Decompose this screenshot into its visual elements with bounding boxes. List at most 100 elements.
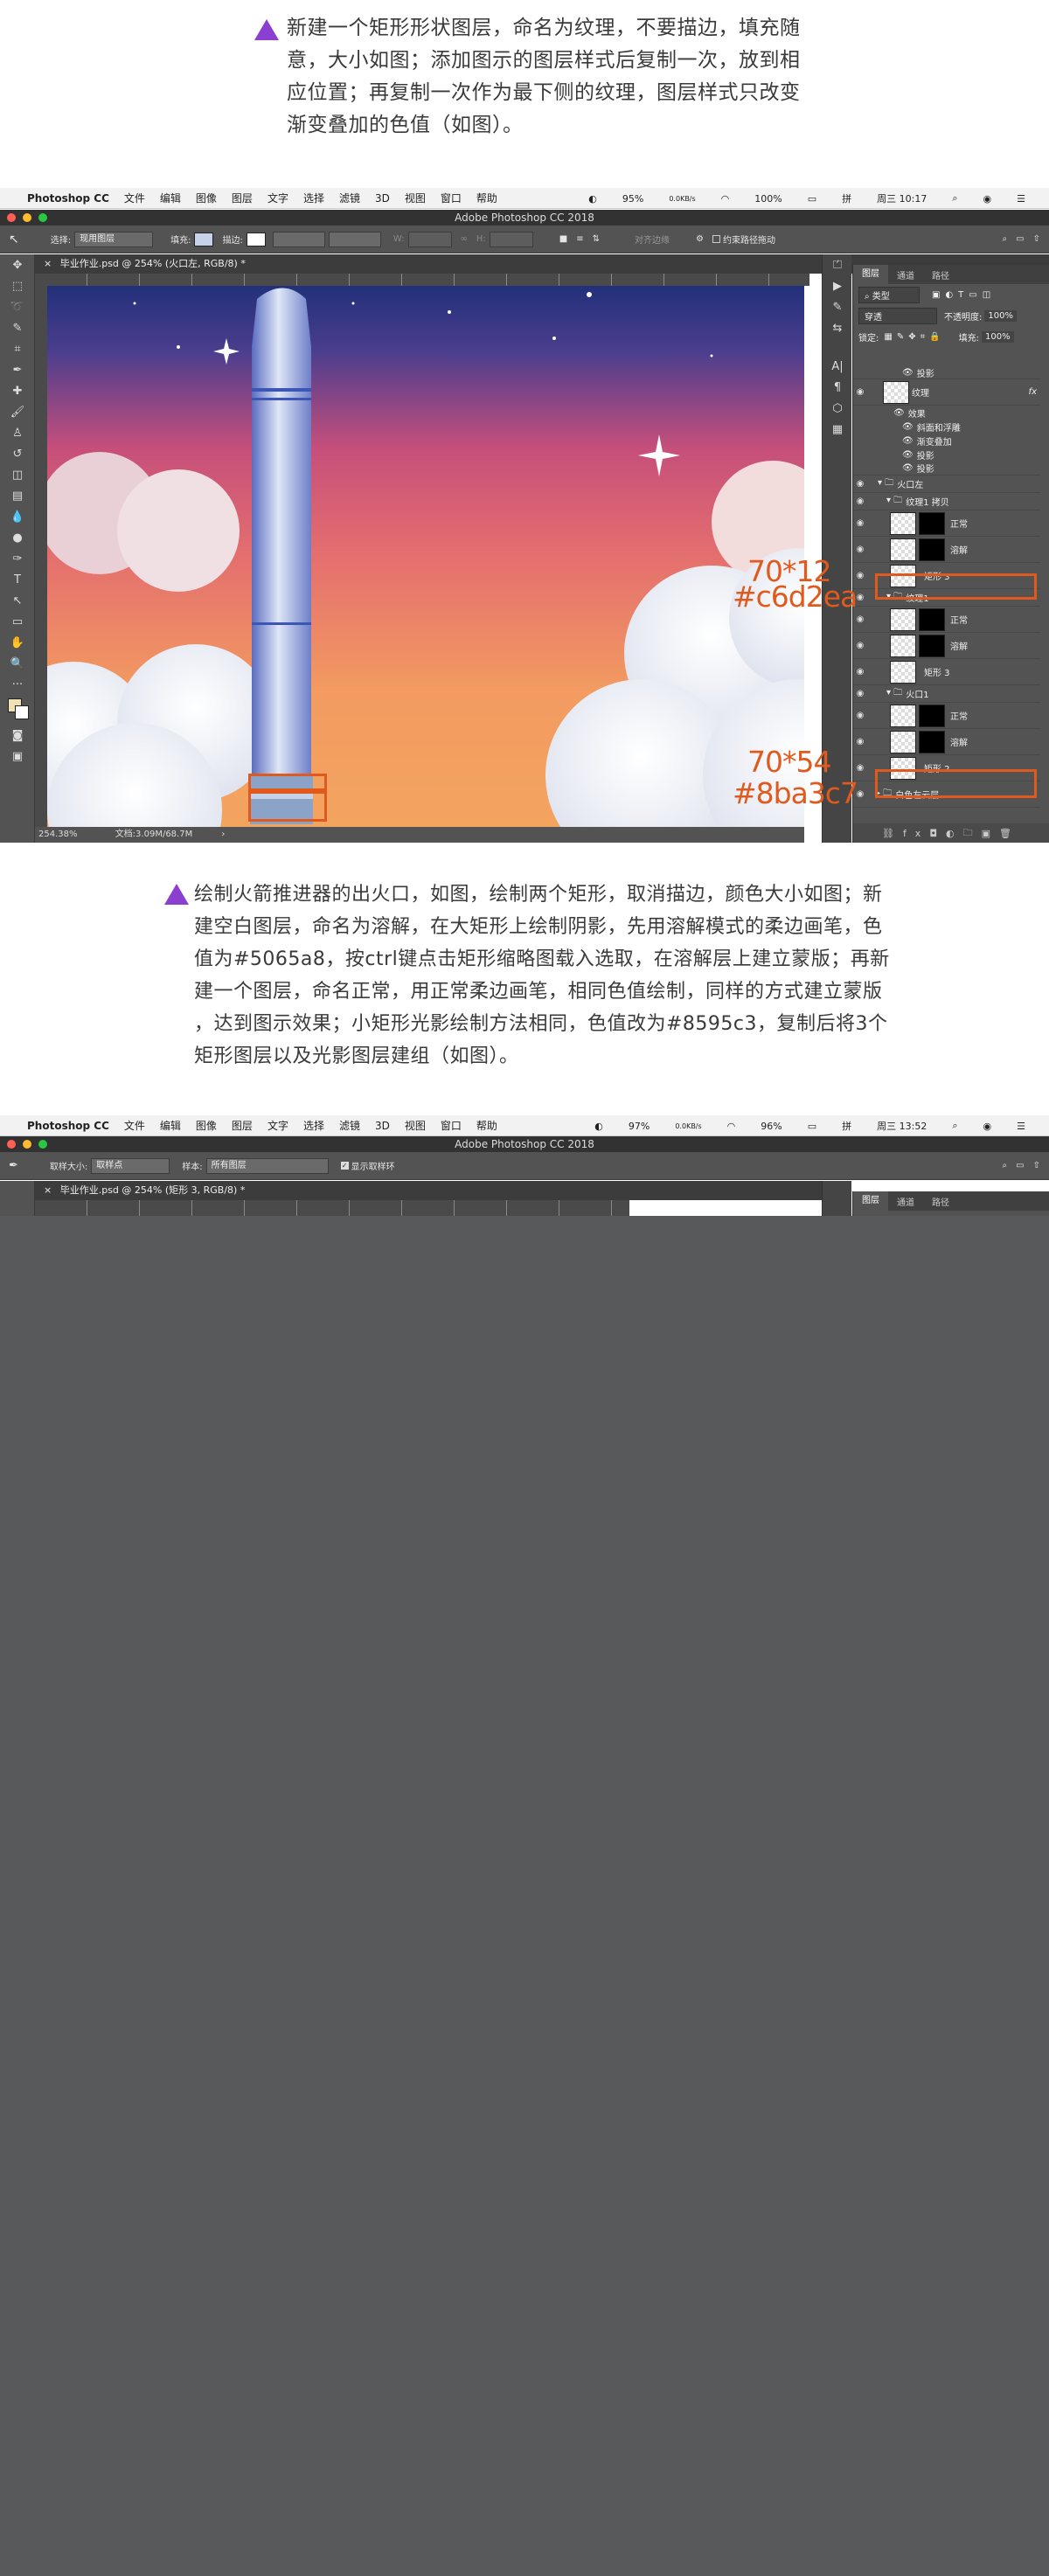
layer-row[interactable]: 👁 效果 [853, 406, 1040, 420]
visibility-icon[interactable]: ◉ [853, 496, 867, 506]
status-ring-icon[interactable]: ◐ [588, 193, 597, 205]
w-field[interactable] [407, 231, 452, 247]
menu-item[interactable]: 图层 [232, 191, 253, 205]
layer-row[interactable]: ◉ 溶解 [853, 729, 1040, 755]
search-icon[interactable]: ⌕ [1003, 234, 1008, 244]
rectangle-tool-icon[interactable]: ▭ [0, 611, 35, 632]
layer-row[interactable]: ◉ ▾ 🗀 火口左 [853, 476, 1040, 493]
sample-dropdown[interactable]: 所有图层 [205, 1157, 329, 1174]
blur-icon[interactable]: 💧 [0, 506, 35, 527]
menu-item[interactable]: 滤镜 [339, 191, 360, 205]
eraser-icon[interactable]: ◫ [0, 464, 35, 485]
new-group-icon[interactable]: 🗀 [963, 825, 982, 842]
hand-tool-icon[interactable]: ✋ [0, 632, 35, 653]
visibility-icon[interactable]: ◉ [853, 737, 867, 746]
visibility-icon[interactable]: ◉ [853, 667, 867, 677]
history-brush-icon[interactable]: ↺ [0, 443, 35, 464]
layer-row[interactable]: ◉ 矩形 3 [853, 659, 1040, 685]
opacity-field[interactable]: 100% [984, 309, 1017, 322]
layer-row[interactable]: ◉ 正常 [853, 607, 1040, 633]
menu-item[interactable]: 帮助 [476, 1118, 497, 1133]
layer-row[interactable]: ◉ ▾ 🗀 火口1 [853, 685, 1040, 703]
battery-icon[interactable]: ▭ [808, 1121, 816, 1132]
layer-row[interactable]: ◉ 溶解 [853, 537, 1040, 563]
tab-channels[interactable]: 通道 [888, 1195, 923, 1208]
zoom-window-icon[interactable] [38, 213, 47, 222]
menu-app-name[interactable]: Photoshop CC [27, 1120, 109, 1132]
tab-layers[interactable]: 图层 [853, 265, 888, 284]
gear-icon[interactable]: ⚙ [696, 234, 704, 244]
tab-paths[interactable]: 路径 [923, 1195, 958, 1208]
constrain-checkbox[interactable]: 约束路径拖动 [712, 233, 775, 246]
quick-select-icon[interactable]: ✎ [0, 317, 35, 338]
layer-row[interactable]: ◉ 溶解 [853, 633, 1040, 659]
move-tool-icon[interactable]: ✥ [0, 254, 35, 275]
layer-row[interactable]: 👁 投影 [853, 448, 1040, 462]
layer-row[interactable]: ◉ 正常 [853, 703, 1040, 729]
menu-item[interactable]: 窗口 [441, 191, 462, 205]
stroke-type-field[interactable] [328, 231, 381, 247]
path-select-icon[interactable]: ↖ [9, 233, 19, 246]
input-source-icon[interactable]: 拼 [842, 1119, 851, 1133]
menu-item[interactable]: 3D [375, 1120, 390, 1132]
more-tools-icon[interactable]: ··· [0, 674, 35, 695]
status-arrow-icon[interactable]: › [221, 830, 225, 839]
visibility-icon[interactable]: ◉ [853, 689, 867, 698]
path-arrange-icon[interactable]: ⇅ [593, 234, 600, 244]
stroke-swatch[interactable] [246, 232, 266, 246]
lasso-tool-icon[interactable]: ➰ [0, 296, 35, 317]
visibility-icon[interactable]: ◉ [853, 518, 867, 528]
eyedropper-icon[interactable]: ✒ [0, 359, 35, 380]
trash-icon[interactable]: 🗑 [999, 828, 1020, 839]
canvas-area[interactable] [47, 286, 804, 827]
spotlight-icon[interactable]: ⌕ [952, 192, 957, 205]
actions-panel-icon[interactable]: ▶ [823, 275, 852, 296]
list-icon[interactable]: ☰ [1017, 193, 1025, 205]
siri-icon[interactable]: ◉ [983, 193, 992, 205]
pen-tool-icon[interactable]: ✑ [0, 548, 35, 569]
visibility-icon[interactable]: ◉ [853, 763, 867, 773]
h-field[interactable] [489, 231, 533, 247]
adjustment-icon[interactable]: ◐ [946, 828, 963, 839]
brush-panel-icon[interactable]: ✎ [823, 296, 852, 317]
stroke-width-field[interactable] [272, 231, 325, 247]
dodge-icon[interactable]: ● [0, 527, 35, 548]
workspace-icon[interactable]: ▭ [1016, 234, 1024, 244]
tab-paths[interactable]: 路径 [923, 268, 958, 281]
tab-channels[interactable]: 通道 [888, 268, 923, 281]
link-layers-icon[interactable]: ⛓ [882, 828, 903, 839]
color-swatches[interactable] [0, 695, 35, 725]
fx-icon[interactable]: fx [903, 828, 929, 839]
sample-size-dropdown[interactable]: 取样点 [91, 1157, 170, 1174]
visibility-icon[interactable]: ◉ [853, 711, 867, 720]
visibility-icon[interactable]: ◉ [853, 479, 867, 489]
gradient-icon[interactable]: ▤ [0, 485, 35, 506]
screen-mode-icon[interactable]: ▣ [0, 746, 35, 767]
layer-row[interactable]: 👁 投影 [853, 462, 1040, 476]
layer-filter-dropdown[interactable]: ⌕ 类型 [858, 286, 920, 303]
quick-mask-icon[interactable]: ◙ [0, 725, 35, 746]
status-ring-icon[interactable]: ◐ [594, 1121, 603, 1132]
tab-layers[interactable]: 图层 [853, 1191, 888, 1211]
menu-item[interactable]: 帮助 [476, 191, 497, 205]
search-icon[interactable]: ⌕ [1003, 1161, 1008, 1170]
marquee-tool-icon[interactable]: ⬚ [0, 275, 35, 296]
clock[interactable]: 周三 10:17 [877, 191, 927, 205]
wifi-icon[interactable]: ◠ [727, 1121, 736, 1132]
zoom-window-icon[interactable] [38, 1140, 47, 1149]
visibility-icon[interactable]: ◉ [853, 387, 867, 397]
visibility-icon[interactable]: ◉ [853, 641, 867, 650]
menu-item[interactable]: 选择 [303, 191, 324, 205]
link-icon[interactable]: ∞ [461, 234, 468, 244]
battery-icon[interactable]: ▭ [808, 193, 816, 205]
sampling-ring-checkbox[interactable]: ✓ 显示取样环 [340, 1159, 395, 1172]
doc-tab[interactable]: × 毕业作业.psd @ 254% (矩形 3, RGB/8) * [35, 1181, 839, 1200]
close-window-icon[interactable] [7, 213, 16, 222]
menu-item[interactable]: 文字 [267, 1118, 288, 1133]
menu-item[interactable]: 3D [375, 192, 390, 205]
close-window-icon[interactable] [7, 1140, 16, 1149]
blend-mode-dropdown[interactable]: 穿透 [858, 307, 937, 324]
stamp-tool-icon[interactable]: ♙ [0, 422, 35, 443]
align-edges-label[interactable]: 对齐边缘 [635, 233, 670, 246]
layer-row[interactable]: ◉ 纹理 fx [853, 379, 1040, 406]
